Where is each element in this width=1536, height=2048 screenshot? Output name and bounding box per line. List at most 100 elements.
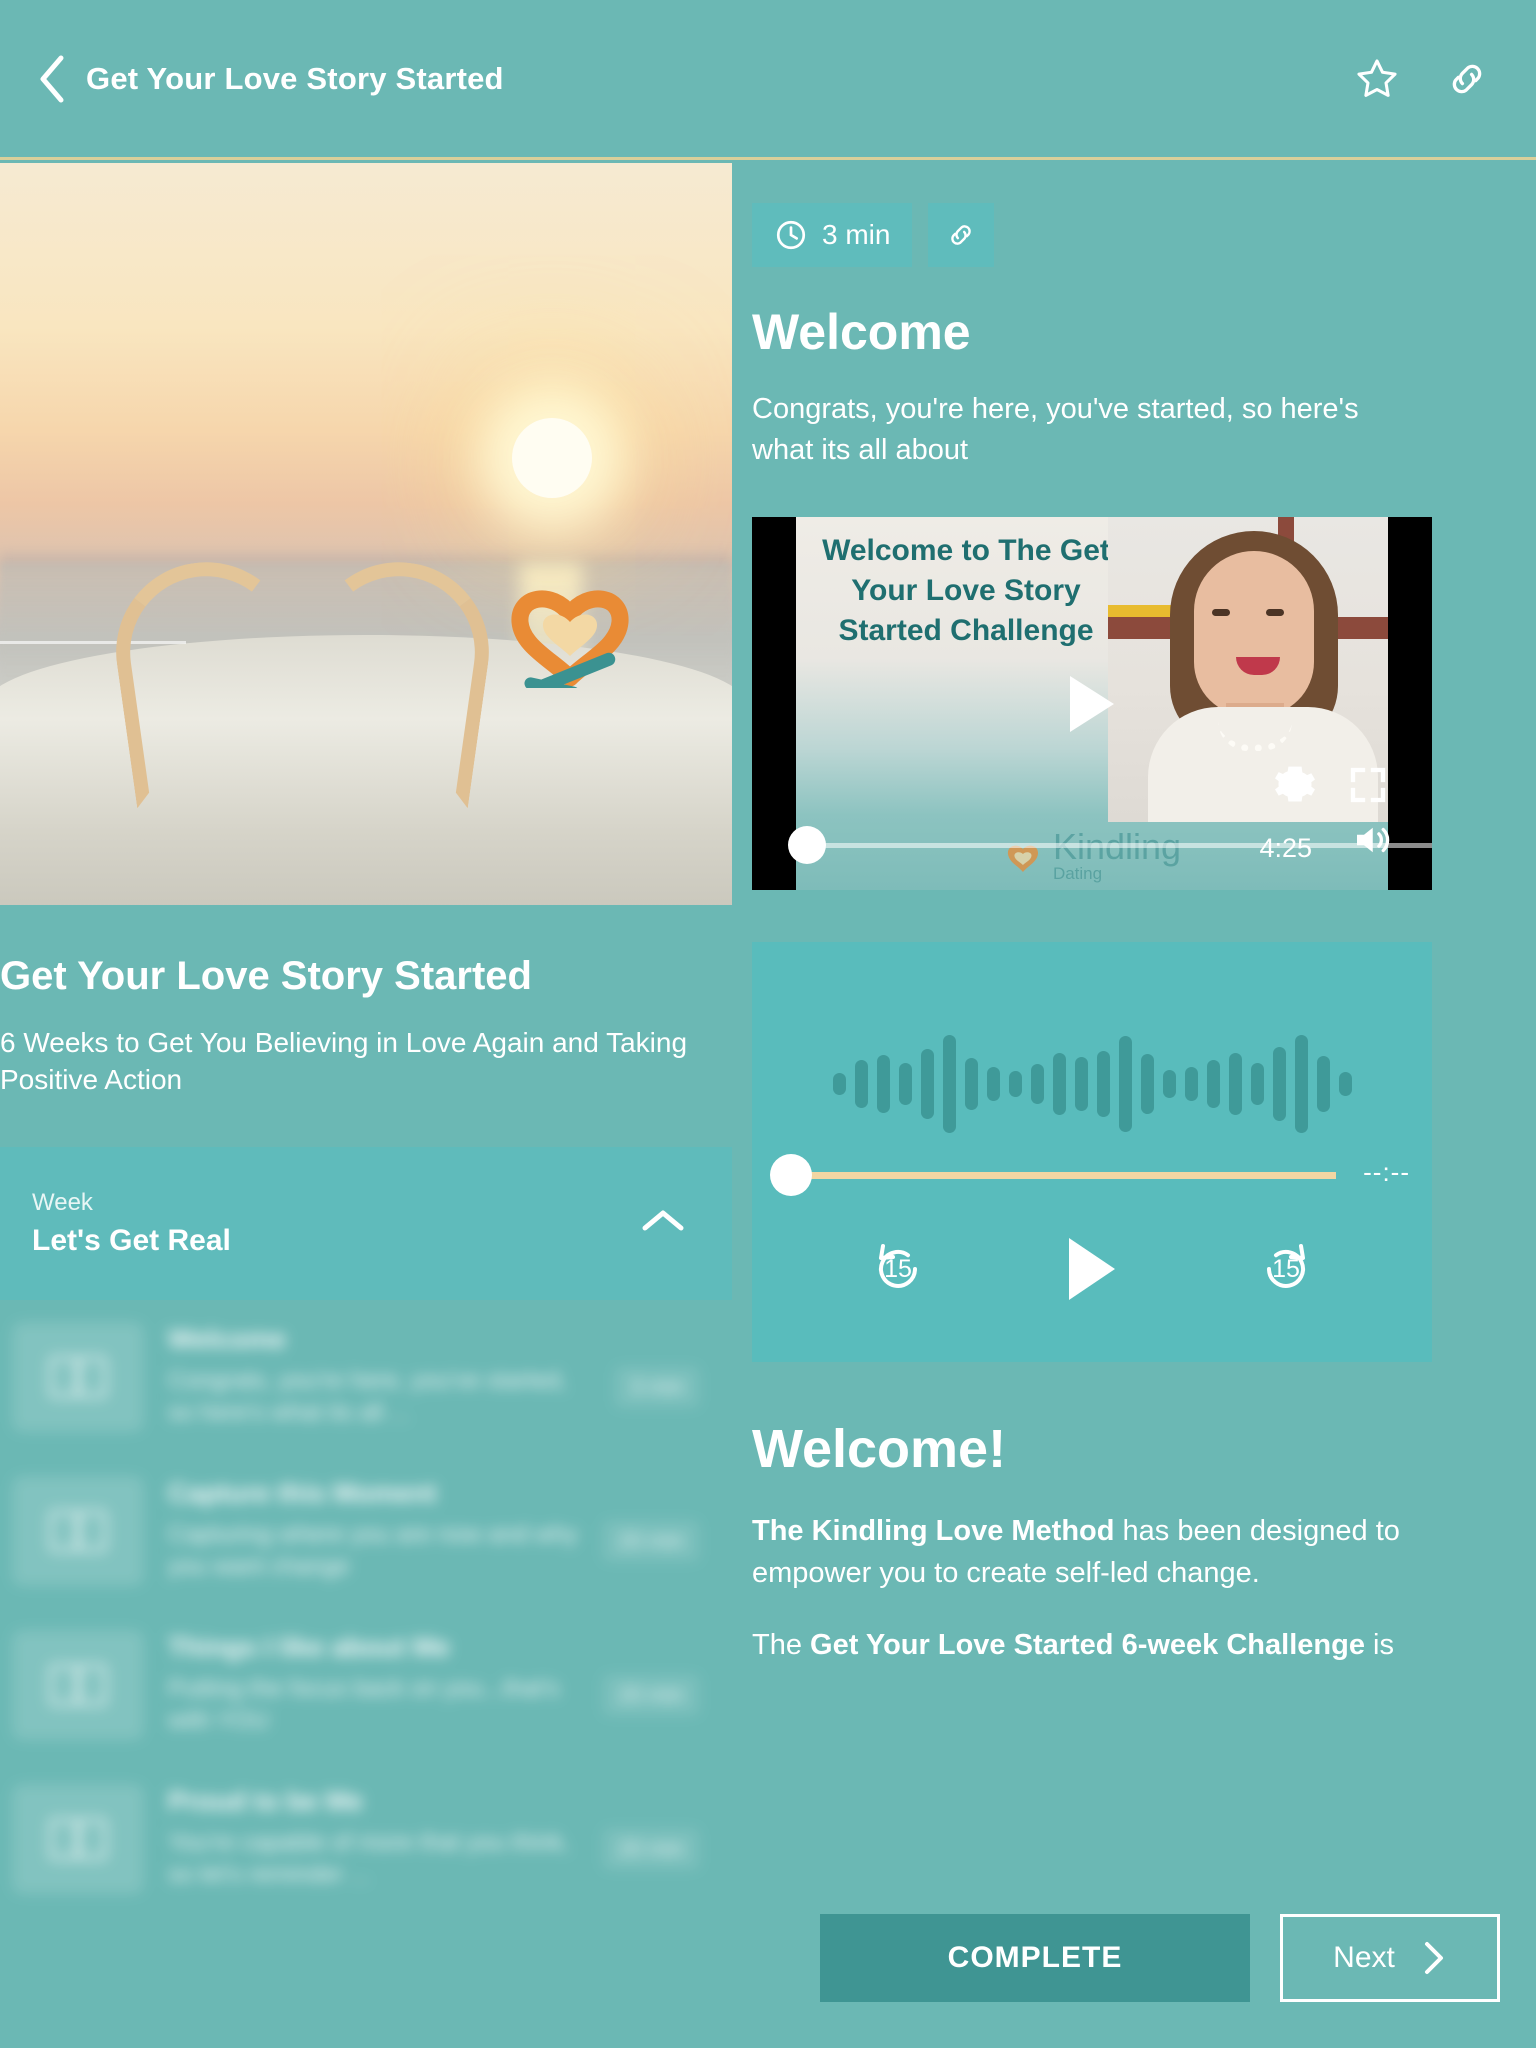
waveform-bar (1316, 1056, 1330, 1113)
next-button[interactable]: Next (1280, 1914, 1500, 2002)
clock-icon (776, 220, 806, 250)
lesson-thumbnail (12, 1475, 144, 1586)
lesson-text: Welcome Congrats, you're here, you've st… (168, 1322, 590, 1430)
waveform-bar (986, 1067, 1000, 1102)
week-accordion-header[interactable]: Week Let's Get Real (0, 1146, 732, 1300)
video-volume-button[interactable] (1350, 819, 1392, 866)
waveform-bar (876, 1055, 890, 1114)
audio-player[interactable]: --:-- 15 15 (752, 942, 1432, 1363)
waveform-bar (1338, 1072, 1352, 1097)
gear-icon (1275, 767, 1315, 802)
lesson-description: You're capable of more that you think, s… (168, 1828, 570, 1889)
waveform-bar (1228, 1053, 1242, 1116)
waveform-bar (1074, 1057, 1088, 1112)
waveform-bar (1272, 1047, 1286, 1122)
list-item[interactable]: Proud to be Me You're capable of more th… (0, 1762, 732, 1916)
lesson-thumbnail (12, 1629, 144, 1740)
waveform-bar (942, 1035, 956, 1134)
waveform-bar (1206, 1060, 1220, 1109)
content-heading: Welcome! (752, 1419, 1007, 1480)
chevron-left-icon (40, 55, 64, 102)
waveform-bar (964, 1058, 978, 1111)
presenter-eye (1212, 609, 1230, 617)
waveform-bar (1250, 1063, 1264, 1106)
lesson-title: Proud to be Me (168, 1785, 363, 1816)
lesson-detail-panel: 3 min Welcome Congrats, you're here, you… (732, 163, 1536, 2048)
video-caption: Welcome to The Get Your Love Story Start… (822, 534, 1110, 648)
complete-button[interactable]: COMPLETE (820, 1914, 1250, 2002)
lesson-text: Proud to be Me You're capable of more th… (168, 1784, 578, 1892)
waveform-bar (1294, 1035, 1308, 1134)
content-p2-post: is (1364, 1629, 1394, 1662)
lesson-text: Things I like about Me Putting the focus… (168, 1630, 578, 1738)
forward-label: 15 (1272, 1254, 1300, 1283)
page-body: Get Your Love Story Started 6 Weeks to G… (0, 163, 1536, 2048)
video-play-button[interactable] (1070, 675, 1114, 732)
duration-chip-label: 3 min (822, 219, 891, 250)
lesson-description: Putting the focus back on you...that's w… (168, 1674, 560, 1735)
audio-waveform (752, 1014, 1432, 1154)
video-settings-button[interactable] (1273, 763, 1317, 812)
page-title: Get Your Love Story Started (86, 60, 504, 96)
lesson-footer: COMPLETE Next (820, 1914, 1500, 2002)
book-icon (49, 1355, 107, 1398)
header-actions (1354, 56, 1490, 102)
waveform-bar (832, 1073, 846, 1096)
chevron-right-icon (1424, 1942, 1443, 1974)
audio-progress-bar[interactable] (792, 1172, 1336, 1180)
book-icon (49, 1817, 107, 1860)
content-p2-bold: Get Your Love Started 6-week Challenge (810, 1629, 1365, 1662)
lesson-share-button[interactable] (928, 203, 995, 267)
lesson-duration: 20 min (601, 1519, 700, 1562)
course-hero-image (0, 163, 732, 905)
content-p2-pre: The (752, 1629, 811, 1662)
next-label: Next (1333, 1941, 1395, 1974)
audio-progress-handle[interactable] (770, 1154, 812, 1197)
book-icon (49, 1663, 107, 1706)
content-paragraph-1: The Kindling Love Method has been design… (752, 1510, 1412, 1594)
lesson-description-text: Congrats, you're here, you've started, s… (752, 393, 1359, 467)
hero-sun (512, 418, 592, 498)
waveform-bar (854, 1060, 868, 1109)
waveform-bar (1030, 1064, 1044, 1105)
waveform-bar (1052, 1053, 1066, 1116)
audio-time: --:-- (1363, 1157, 1410, 1188)
waveform-bar (1008, 1071, 1022, 1098)
watermark-sub: Dating (1052, 864, 1103, 884)
waveform-bar (898, 1063, 912, 1106)
kindling-logo-icon (511, 590, 629, 688)
lesson-duration: 20 min (601, 1673, 700, 1716)
lesson-description: Congrats, you're here, you've started, s… (168, 1366, 567, 1427)
week-name: Let's Get Real (32, 1223, 231, 1257)
course-subtitle: 6 Weeks to Get You Believing in Love Aga… (0, 1027, 688, 1095)
week-label: Week (32, 1188, 93, 1216)
duration-chip[interactable]: 3 min (752, 203, 913, 267)
audio-controls: 15 15 (752, 1232, 1432, 1306)
week-toggle[interactable] (640, 1206, 686, 1241)
video-watermark: Kindling Dating (1003, 829, 1181, 884)
lesson-title: Welcome (168, 1323, 287, 1354)
volume-icon (1357, 828, 1390, 853)
video-progress-bar[interactable] (796, 843, 1432, 849)
waveform-bar (1184, 1067, 1198, 1102)
share-button[interactable] (1444, 56, 1490, 102)
star-icon (1357, 58, 1397, 97)
link-icon (951, 225, 972, 245)
audio-play-button[interactable] (1069, 1238, 1115, 1301)
audio-rewind-15-button[interactable]: 15 (861, 1232, 935, 1306)
lesson-title-heading: Welcome (752, 304, 971, 360)
content-p1-bold: The Kindling Love Method (752, 1515, 1115, 1548)
list-item[interactable]: Capture this Moment Capturing where you … (0, 1454, 732, 1608)
back-button[interactable] (22, 49, 82, 109)
waveform-bar (1140, 1054, 1154, 1115)
content-paragraph-2: The Get Your Love Started 6-week Challen… (752, 1624, 1412, 1666)
audio-forward-15-button[interactable]: 15 (1249, 1232, 1323, 1306)
list-item[interactable]: Welcome Congrats, you're here, you've st… (0, 1300, 732, 1454)
list-item[interactable]: Things I like about Me Putting the focus… (0, 1608, 732, 1762)
video-fullscreen-button[interactable] (1348, 765, 1388, 810)
favorite-button[interactable] (1354, 56, 1400, 102)
video-presenter (1108, 517, 1388, 823)
video-player[interactable]: Welcome to The Get Your Love Story Start… (752, 517, 1432, 891)
lesson-duration: 3 min (614, 1365, 700, 1408)
lesson-meta-row: 3 min (740, 203, 1488, 267)
